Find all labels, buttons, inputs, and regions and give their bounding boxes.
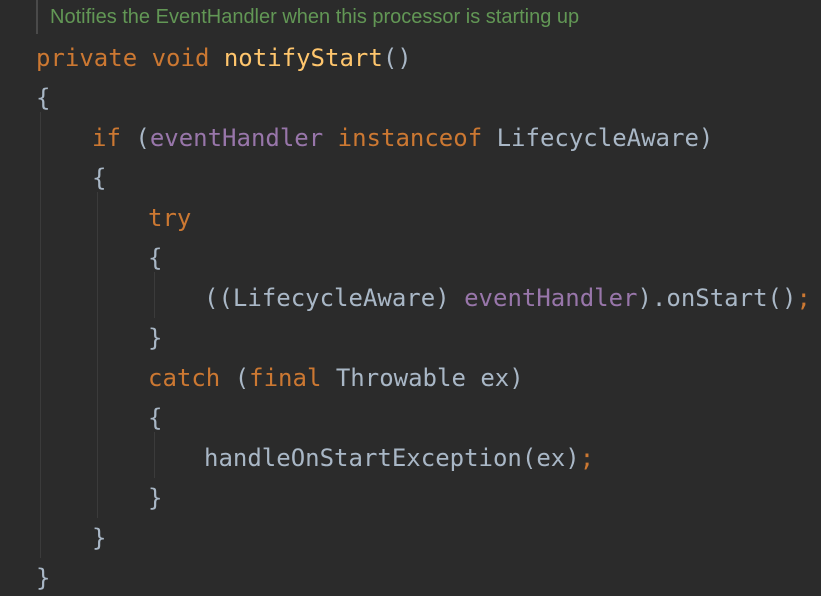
code-token: void [151,44,210,72]
code-line[interactable]: { [92,158,106,198]
code-token: handleOnStartException(ex) [204,444,580,472]
code-line[interactable]: } [148,478,162,518]
code-line[interactable]: } [148,318,162,358]
code-token: ( [120,124,150,152]
code-editor[interactable]: Notifies the EventHandler when this proc… [0,0,821,596]
code-token: eventHandler [149,124,324,152]
code-token: { [36,84,51,112]
code-token: { [148,404,163,432]
code-token: try [148,204,192,232]
code-token: ; [796,284,811,312]
code-line[interactable]: { [36,78,50,118]
code-token: ; [579,444,595,472]
code-token: final [249,364,322,392]
code-line[interactable]: private void notifyStart() [36,38,412,78]
code-token: ).onStart() [637,284,797,312]
code-token: notifyStart [223,44,383,72]
code-token: if [92,124,121,152]
indent-guide [40,112,41,558]
code-line[interactable]: catch (final Throwable ex) [148,358,524,398]
code-token: instanceof [337,124,483,152]
code-line[interactable]: } [92,518,106,558]
code-token: } [36,564,51,592]
code-token: { [148,244,163,272]
indent-guide [154,432,155,478]
code-line[interactable]: { [148,238,162,278]
code-line[interactable]: handleOnStartException(ex); [204,438,594,478]
code-token: { [92,164,107,192]
code-line[interactable]: try [148,198,191,238]
code-token: } [148,324,163,352]
code-token: LifecycleAware) [482,124,714,152]
code-line[interactable]: if (eventHandler instanceof LifecycleAwa… [92,118,713,158]
code-line[interactable]: { [148,398,162,438]
code-token: ((LifecycleAware) [204,284,465,312]
code-token: () [382,44,412,72]
doc-comment: Notifies the EventHandler when this proc… [36,0,579,34]
code-token: private [36,44,138,72]
code-token: catch [148,364,221,392]
code-token: ( [220,364,250,392]
code-line[interactable]: ((LifecycleAware) eventHandler).onStart(… [204,278,811,318]
indent-guide [97,192,98,518]
indent-guide [154,272,155,318]
code-line[interactable]: } [36,558,50,596]
code-token: } [148,484,163,512]
code-token: eventHandler [464,284,638,312]
code-token: } [92,524,107,552]
code-token: Throwable ex) [321,364,524,392]
